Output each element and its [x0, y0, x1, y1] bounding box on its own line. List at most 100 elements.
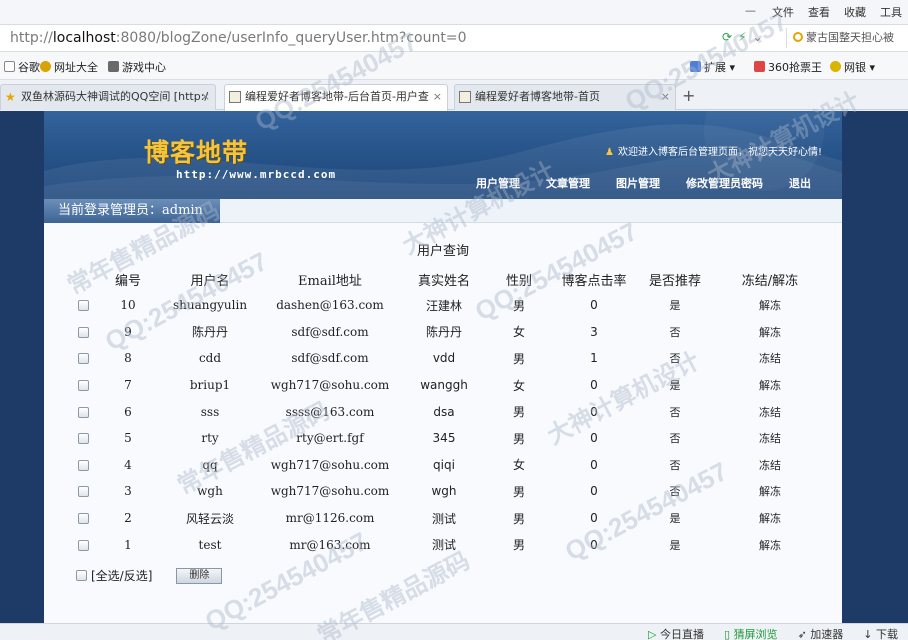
- fav-extensions[interactable]: 扩展 ▾: [690, 59, 735, 75]
- cell-action[interactable]: 冻结: [706, 425, 834, 452]
- cell-action[interactable]: 解冻: [706, 478, 834, 505]
- menu-favorites[interactable]: 收藏: [844, 4, 866, 20]
- cell-id: 10: [120, 298, 136, 313]
- row-checkbox-cell: [64, 398, 102, 425]
- row-checkbox[interactable]: [77, 353, 89, 365]
- cell-action[interactable]: 冻结: [706, 345, 834, 372]
- screen-browse-link[interactable]: ▯ 猜屏浏览: [724, 626, 778, 640]
- cell-gender: 男: [512, 538, 525, 553]
- cell-gender: 男: [512, 511, 525, 526]
- close-icon[interactable]: ×: [201, 85, 210, 109]
- favorites-bar: 谷歌 网址大全 游戏中心 扩展 ▾ 360抢票王 网银 ▾: [0, 52, 908, 80]
- fav-sites[interactable]: 网址大全: [40, 59, 98, 75]
- search-box[interactable]: 蒙古国整天担心被: [786, 28, 908, 48]
- menu-file[interactable]: 文件: [772, 4, 794, 20]
- cell-email: sdf@sdf.com: [291, 324, 369, 339]
- nav-image-management[interactable]: 图片管理: [603, 175, 673, 193]
- nav-logout[interactable]: 退出: [776, 175, 824, 193]
- page-icon: [4, 61, 15, 72]
- cell-username: 陈丹丹: [191, 325, 228, 340]
- cell-action[interactable]: 解冻: [706, 292, 834, 319]
- tab-home[interactable]: 编程爱好者博客地带-首页 ×: [454, 84, 676, 110]
- header-checkbox-cell: [64, 266, 102, 292]
- cell-action[interactable]: 冻结: [706, 398, 834, 425]
- row-checkbox[interactable]: [77, 380, 89, 392]
- cell-action[interactable]: 解冻: [706, 372, 834, 399]
- url-prefix: http://: [10, 30, 53, 46]
- cell-id: 1: [124, 537, 132, 552]
- cell-action[interactable]: 解冻: [706, 505, 834, 532]
- lightning-icon[interactable]: ⚡: [738, 30, 746, 44]
- fav-google[interactable]: 谷歌: [4, 59, 40, 75]
- table-row: 6 sss ssss@163.com dsa 男 0 否 冻结: [64, 398, 834, 425]
- row-checkbox[interactable]: [77, 300, 89, 312]
- tab-qq-space[interactable]: ★ 双鱼林源码大神调试的QQ空间 [http:/ ×: [0, 84, 216, 110]
- cell-gender: 男: [512, 298, 525, 313]
- cell-recommended: 是: [669, 512, 681, 526]
- cell-username: shuangyulin: [172, 298, 248, 313]
- header-realname: 真实姓名: [417, 273, 470, 289]
- cell-realname: vdd: [432, 351, 456, 366]
- cell-realname: qiqi: [433, 457, 455, 472]
- cell-recommended: 否: [669, 458, 681, 472]
- new-tab-button[interactable]: +: [682, 86, 695, 105]
- fav-label: 网址大全: [54, 61, 98, 74]
- select-all-label[interactable]: [全选/反选]: [91, 567, 152, 584]
- chevron-down-icon[interactable]: ⌄: [753, 30, 763, 44]
- cell-id: 2: [124, 511, 132, 526]
- row-checkbox[interactable]: [77, 433, 89, 445]
- fav-bank[interactable]: 网银 ▾: [830, 59, 875, 75]
- cell-gender: 男: [512, 405, 525, 420]
- cell-action[interactable]: 解冻: [706, 319, 834, 346]
- cell-clicks: 0: [590, 457, 598, 472]
- nav-change-password[interactable]: 修改管理员密码: [673, 175, 776, 193]
- row-checkbox-cell: [64, 372, 102, 399]
- cell-action[interactable]: 冻结: [706, 452, 834, 479]
- coin-icon: [830, 61, 841, 72]
- tab-admin-user-query[interactable]: 编程爱好者博客地带-后台首页-用户查 ×: [224, 84, 448, 111]
- cell-gender: 男: [512, 431, 525, 446]
- download-link[interactable]: ↓ 下载: [863, 626, 898, 640]
- row-checkbox[interactable]: [77, 326, 89, 338]
- header-email: Email地址: [298, 273, 362, 289]
- fav-tickets[interactable]: 360抢票王: [754, 59, 822, 75]
- url-text[interactable]: http://localhost:8080/blogZone/userInfo_…: [10, 30, 466, 46]
- cell-action[interactable]: 解冻: [706, 531, 834, 558]
- menu-view[interactable]: 查看: [808, 4, 830, 20]
- row-checkbox-cell: [64, 531, 102, 558]
- nav-article-management[interactable]: 文章管理: [533, 175, 603, 193]
- delete-button[interactable]: 删除: [176, 567, 223, 584]
- live-stream-link[interactable]: ▷ 今日直播: [648, 626, 704, 640]
- cell-id: 5: [124, 431, 132, 446]
- close-icon[interactable]: ×: [661, 85, 670, 109]
- main-content: 用户查询 编号 用户名 Email地址 真实姓名 性别 博客点击率 是否推荐 冻…: [44, 223, 842, 623]
- row-checkbox[interactable]: [77, 513, 89, 525]
- address-bar[interactable]: http://localhost:8080/blogZone/userInfo_…: [0, 24, 908, 52]
- row-checkbox[interactable]: [77, 486, 89, 498]
- admin-site: 博客地带 http://www.mrbccd.com ♟ 欢迎进入博客后台管理页面…: [44, 111, 842, 623]
- cell-email: sdf@sdf.com: [291, 351, 369, 366]
- row-checkbox[interactable]: [77, 406, 89, 418]
- accelerator-link[interactable]: ➶ 加速器: [798, 626, 844, 640]
- refresh-icon[interactable]: ⟳: [722, 30, 732, 44]
- cell-gender: 女: [512, 458, 525, 473]
- fav-games[interactable]: 游戏中心: [108, 59, 166, 75]
- cell-email: mr@1126.com: [285, 511, 375, 526]
- site-logo: 博客地带: [144, 138, 249, 167]
- cell-recommended: 是: [669, 379, 681, 393]
- row-checkbox[interactable]: [77, 459, 89, 471]
- cell-clicks: 0: [590, 378, 598, 393]
- login-status-bar: 当前登录管理员：admin: [44, 199, 842, 223]
- select-all-checkbox[interactable]: [76, 570, 87, 581]
- statusbar-label: 猜屏浏览: [733, 628, 778, 640]
- download-icon: ↓: [863, 628, 873, 640]
- row-checkbox[interactable]: [77, 539, 89, 551]
- menu-tools[interactable]: 工具: [880, 4, 902, 20]
- cell-email: wgh717@sohu.com: [270, 457, 390, 472]
- minimize-icon[interactable]: —: [745, 4, 756, 17]
- table-row: 7 briup1 wgh717@sohu.com wanggh 女 0 是 解冻: [64, 372, 834, 399]
- cell-id: 7: [124, 378, 132, 393]
- nav-user-management[interactable]: 用户管理: [463, 175, 533, 193]
- cell-email: rty@ert.fgf: [296, 431, 364, 446]
- close-icon[interactable]: ×: [433, 85, 442, 109]
